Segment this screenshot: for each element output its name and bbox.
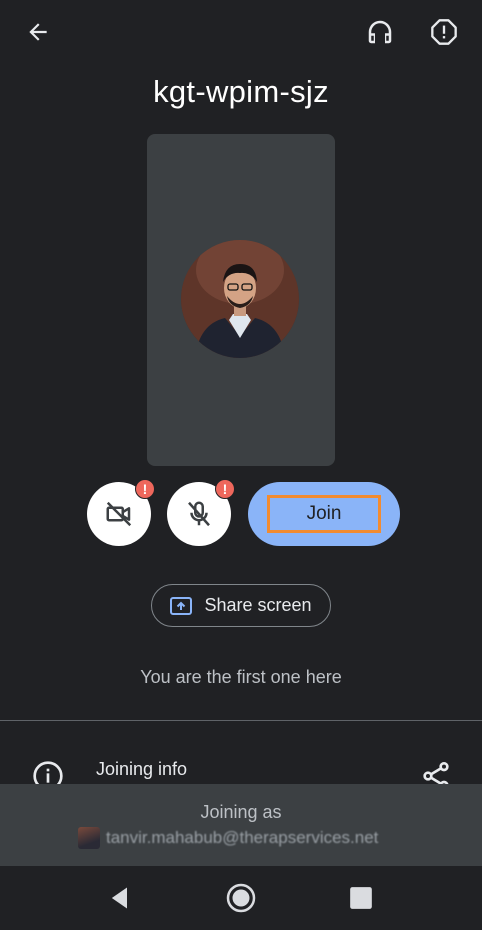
report-problem-icon [431, 19, 457, 45]
camera-alert-badge: ! [135, 479, 155, 499]
meeting-code-title: kgt-wpim-sjz [153, 74, 329, 109]
system-navigation-bar [0, 866, 482, 930]
videocam-off-icon [106, 501, 132, 527]
nav-home-icon[interactable] [225, 882, 257, 914]
account-row: tanvir.mahabub@therapservices.net [78, 826, 378, 850]
account-avatar [78, 827, 100, 849]
joining-as-panel: Joining as tanvir.mahabub@therapservices… [0, 784, 482, 866]
back-button[interactable] [18, 12, 58, 52]
share-screen-label: Share screen [204, 595, 312, 615]
first-one-here-text: You are the first one here [140, 667, 342, 687]
user-avatar [181, 240, 299, 358]
account-email: tanvir.mahabub@therapservices.net [106, 828, 379, 847]
headset-icon [368, 20, 392, 44]
present-to-all-icon [170, 596, 193, 615]
join-button[interactable]: Join [248, 482, 400, 546]
audio-output-button[interactable] [360, 12, 400, 52]
joining-as-label: Joining as [200, 802, 282, 822]
report-problem-button[interactable] [424, 12, 464, 52]
divider [0, 720, 482, 721]
nav-recents-icon[interactable] [348, 885, 374, 911]
share-screen-button[interactable]: Share screen [151, 584, 331, 627]
mic-off-icon [188, 501, 210, 527]
microphone-alert-badge: ! [215, 479, 235, 499]
arrow-back-icon [29, 23, 47, 41]
joining-info-label[interactable]: Joining info [96, 759, 187, 780]
join-button-label: Join [267, 495, 381, 533]
nav-back-icon[interactable] [106, 884, 134, 912]
